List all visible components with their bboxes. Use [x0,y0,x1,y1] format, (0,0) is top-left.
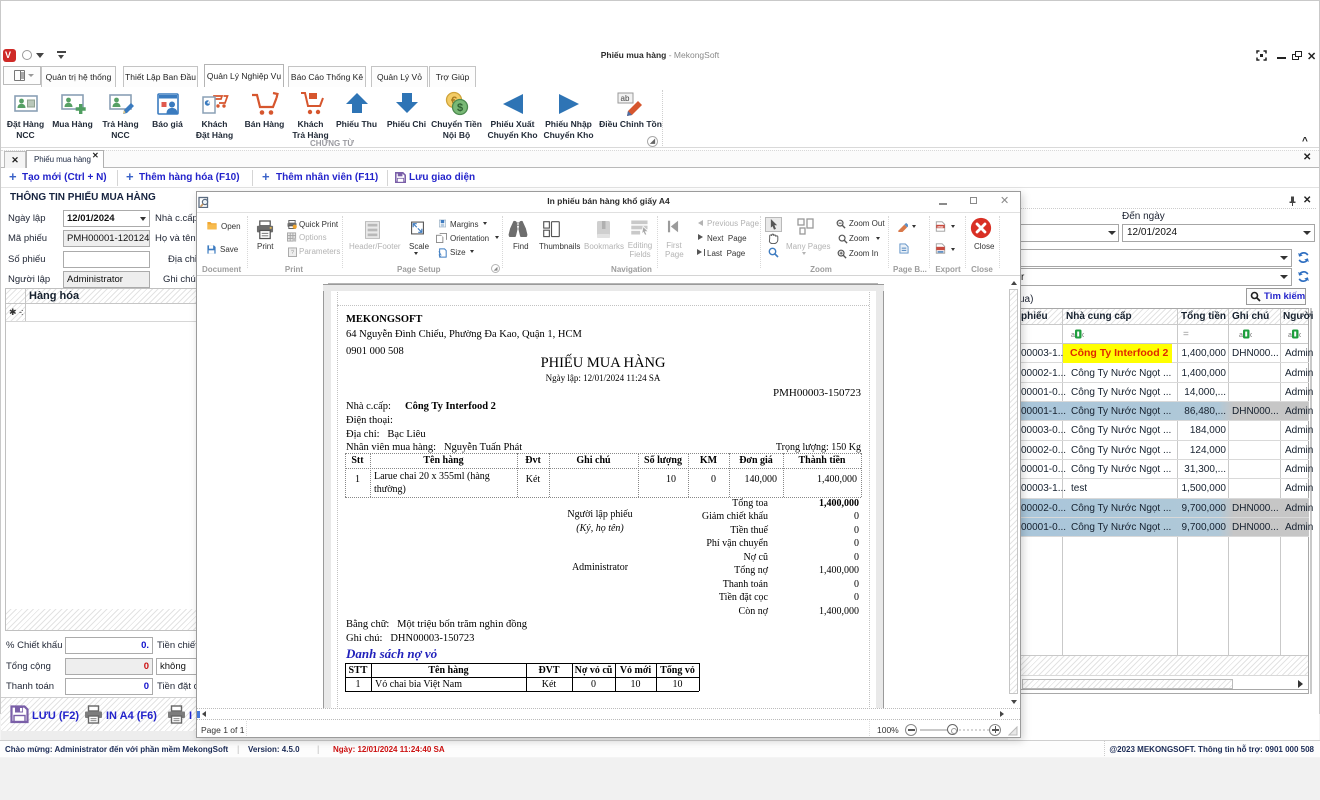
svg-text:ab: ab [620,94,629,103]
svg-text:a: a [1071,332,1075,339]
svg-text:?: ? [291,250,294,256]
svg-text:c: c [1250,332,1252,339]
svg-text:a: a [1239,332,1243,339]
svg-text:c: c [1082,332,1084,339]
svg-text:$: $ [456,102,462,114]
svg-text:c: c [1299,332,1301,339]
svg-text:a: a [1288,332,1292,339]
svg-text:PDF: PDF [938,225,944,229]
